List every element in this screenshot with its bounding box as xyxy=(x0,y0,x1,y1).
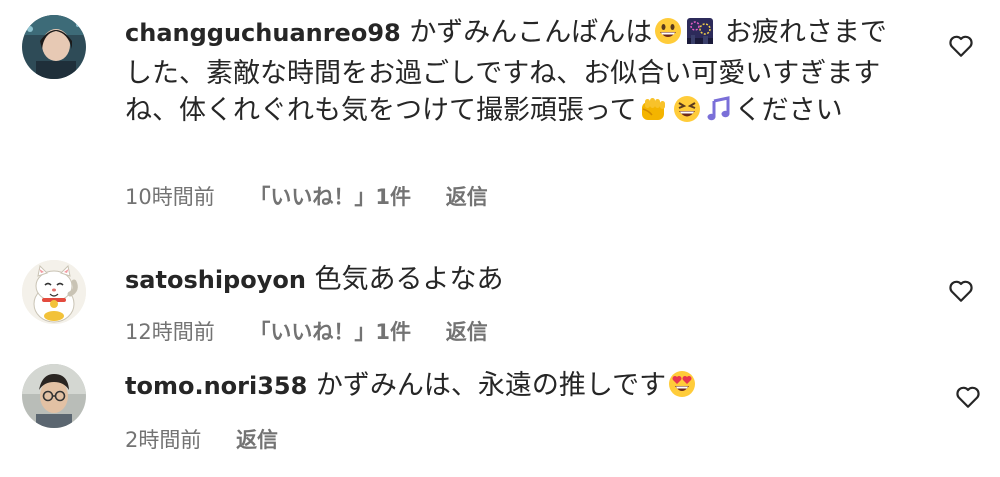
laugh-emoji-icon xyxy=(673,95,701,133)
comment-timestamp: 2時間前 xyxy=(125,428,202,452)
comment-text: かずみんこんばんは xyxy=(409,17,653,48)
likes-count-link[interactable]: 「いいね！」1件 xyxy=(249,320,411,344)
fireworks-emoji-icon xyxy=(686,17,714,55)
like-heart-icon[interactable] xyxy=(955,385,981,409)
reply-button[interactable]: 返信 xyxy=(446,320,488,344)
like-heart-icon[interactable] xyxy=(948,34,974,58)
comment-text: かずみんは、永遠の推しです xyxy=(315,370,667,401)
grin-emoji-icon xyxy=(654,17,682,55)
avatar[interactable] xyxy=(22,364,86,428)
reply-button[interactable]: 返信 xyxy=(446,185,488,209)
comment-timestamp: 10時間前 xyxy=(125,185,215,209)
lucky-cat-avatar[interactable] xyxy=(22,260,86,324)
comment-timestamp: 12時間前 xyxy=(125,320,215,344)
comment-username[interactable]: tomo.nori358 xyxy=(125,372,307,400)
like-heart-icon[interactable] xyxy=(948,279,974,303)
music-note-emoji-icon xyxy=(705,95,733,133)
avatar[interactable] xyxy=(22,15,86,79)
comment-text: 色気あるよなあ xyxy=(314,264,504,295)
reply-button[interactable]: 返信 xyxy=(236,428,278,452)
comment-username[interactable]: changguchuanreo98 xyxy=(125,19,401,47)
heart-eyes-emoji-icon xyxy=(668,370,696,408)
fist-emoji-icon xyxy=(639,95,669,133)
comment-username[interactable]: satoshipoyon xyxy=(125,266,306,294)
likes-count-link[interactable]: 「いいね！」1件 xyxy=(249,185,411,209)
comment-text: ください xyxy=(734,95,843,126)
